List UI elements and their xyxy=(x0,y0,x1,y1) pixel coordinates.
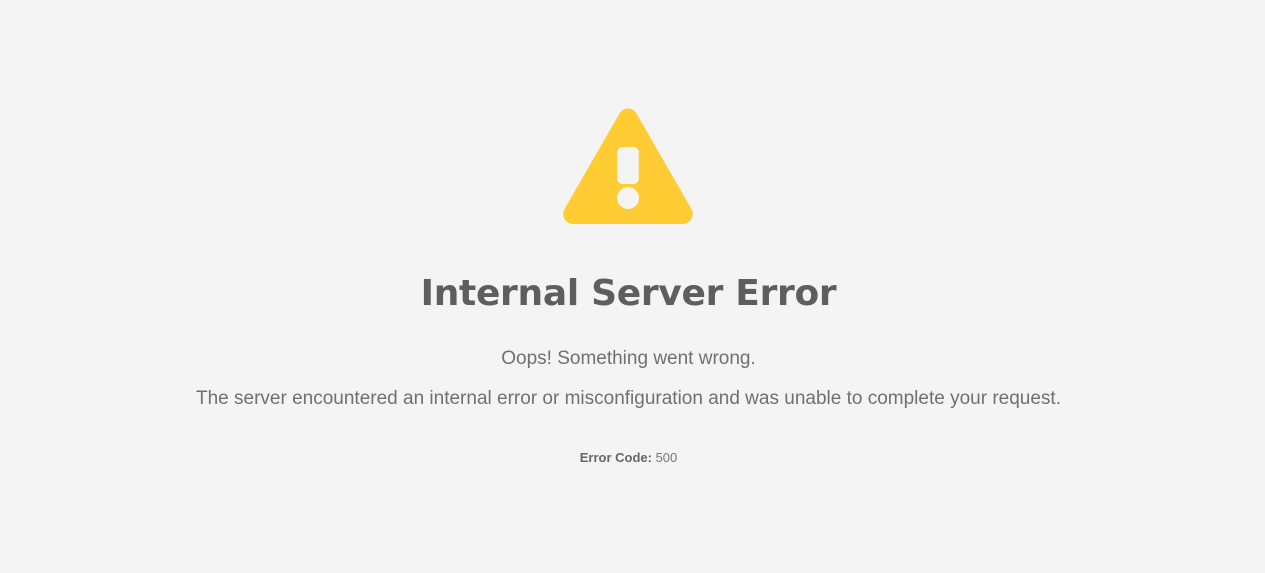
error-subtitle: Oops! Something went wrong. xyxy=(501,348,756,369)
error-page: Internal Server Error Oops! Something we… xyxy=(0,0,1265,573)
page-title: Internal Server Error xyxy=(420,273,837,314)
warning-triangle-icon xyxy=(561,105,695,226)
error-code: Error Code: 500 xyxy=(0,449,1257,467)
error-code-label: Error Code: xyxy=(579,450,652,465)
error-code-value: 500 xyxy=(655,450,678,465)
error-description: The server encountered an internal error… xyxy=(196,388,1061,409)
